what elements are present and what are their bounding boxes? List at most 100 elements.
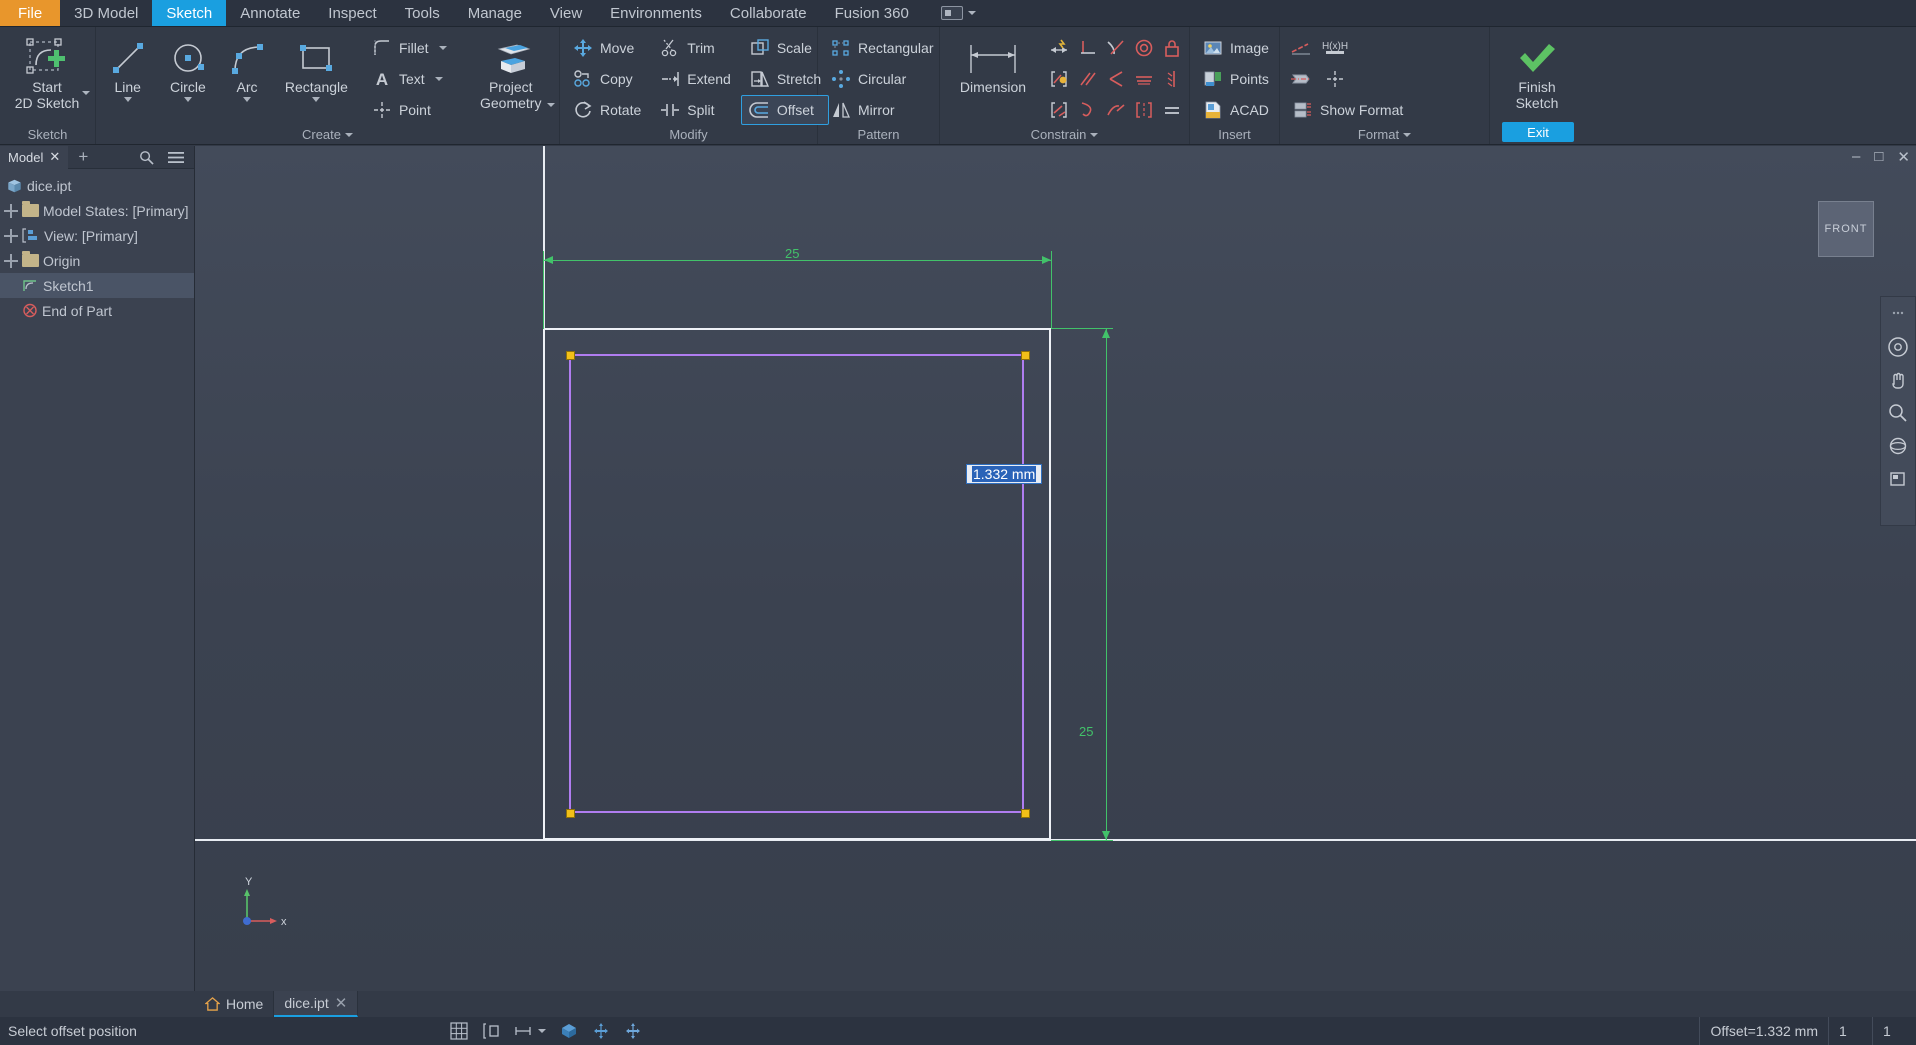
driven-dimension-icon[interactable]: H(x)H: [1320, 38, 1350, 58]
image-button[interactable]: Image: [1194, 33, 1277, 63]
move-button[interactable]: Move: [564, 33, 649, 63]
dimension-display-dropdown[interactable]: [514, 1022, 546, 1040]
show-constraints-icon[interactable]: [1046, 64, 1073, 94]
add-icon[interactable]: +: [68, 147, 98, 167]
rectangle-button[interactable]: Rectangle: [274, 33, 359, 102]
quick-access-toolbar[interactable]: [931, 0, 986, 26]
close-icon[interactable]: ✕: [1897, 148, 1910, 166]
show-format-button[interactable]: Show Format: [1284, 95, 1411, 125]
menu-item-view[interactable]: View: [536, 0, 596, 26]
circle-dropdown-icon[interactable]: [183, 97, 192, 102]
collinear-constraint-icon[interactable]: [1130, 64, 1157, 94]
menu-item-fusion360[interactable]: Fusion 360: [821, 0, 923, 26]
offset-value-input[interactable]: 1.332 mm: [966, 464, 1043, 484]
parallel-constraint-icon[interactable]: [1074, 64, 1101, 94]
expander-plus-icon[interactable]: [4, 203, 18, 218]
arc-dropdown-icon[interactable]: [243, 97, 252, 102]
extend-button[interactable]: Extend: [651, 64, 739, 94]
points-button[interactable]: Points: [1194, 64, 1277, 94]
move-icon-status[interactable]: [624, 1022, 642, 1040]
offset-node-top-left[interactable]: [566, 351, 575, 360]
split-button[interactable]: Split: [651, 95, 739, 125]
fillet-button[interactable]: Fillet: [363, 33, 455, 63]
vertical-constraint-icon[interactable]: [1158, 64, 1185, 94]
scale-button[interactable]: Scale: [741, 33, 829, 63]
symmetric-constraint-icon[interactable]: [1130, 95, 1157, 125]
acad-button[interactable]: ACAD: [1194, 95, 1277, 125]
smooth-constraint-icon[interactable]: [1074, 95, 1101, 125]
chevron-down-icon[interactable]: [1090, 132, 1099, 137]
fillet-dropdown-icon[interactable]: [438, 46, 447, 50]
zoom-icon[interactable]: [1885, 402, 1911, 424]
circular-pattern-button[interactable]: Circular: [822, 64, 942, 94]
constraint-settings-icon[interactable]: [1046, 95, 1073, 125]
chevron-down-icon[interactable]: [967, 11, 976, 15]
tree-item-sketch1[interactable]: Sketch1: [0, 273, 194, 298]
menu-item-manage[interactable]: Manage: [454, 0, 536, 26]
point-button[interactable]: Point: [363, 95, 455, 125]
arc-button[interactable]: Arc: [220, 33, 274, 102]
center-point-icon[interactable]: [1320, 69, 1350, 89]
text-dropdown-icon[interactable]: [434, 77, 443, 81]
menu-item-inspect[interactable]: Inspect: [314, 0, 390, 26]
rotate-button[interactable]: Rotate: [564, 95, 649, 125]
dim-h-text[interactable]: 25: [785, 246, 799, 261]
chevron-down-icon[interactable]: [538, 1029, 546, 1033]
equal-constraint-icon[interactable]: [1158, 95, 1185, 125]
menu-item-3d-model[interactable]: 3D Model: [60, 0, 152, 26]
tree-item-origin[interactable]: Origin: [0, 248, 194, 273]
offset-preview-rectangle[interactable]: [569, 354, 1024, 813]
browser-tab-model[interactable]: Model ✕: [0, 145, 69, 169]
offset-node-top-right[interactable]: [1021, 351, 1030, 360]
copy-button[interactable]: Copy: [564, 64, 649, 94]
centerline-icon[interactable]: [1290, 69, 1312, 89]
rectangle-dropdown-icon[interactable]: [312, 97, 321, 102]
construction-line-icon[interactable]: [1290, 38, 1312, 58]
sketch-canvas[interactable]: 25 25 1.332 mm FRONT Y x: [195, 146, 1916, 991]
chevron-down-icon[interactable]: [1403, 132, 1412, 137]
circle-button[interactable]: Circle: [155, 33, 220, 102]
offset-button[interactable]: Offset: [740, 95, 830, 125]
offset-node-bottom-left[interactable]: [566, 809, 575, 818]
tree-item-view[interactable]: View: [Primary]: [0, 223, 194, 248]
view-cube[interactable]: FRONT: [1818, 201, 1874, 257]
start-2d-sketch-button[interactable]: Start 2D Sketch: [4, 33, 90, 111]
constraint-icon[interactable]: [592, 1022, 610, 1040]
minimize-icon[interactable]: –: [1852, 148, 1860, 166]
maximize-icon[interactable]: □: [1874, 148, 1883, 166]
concentric-constraint-icon[interactable]: [1130, 33, 1157, 63]
horizontal-constraint-icon[interactable]: [1102, 95, 1129, 125]
grid-snap-icon[interactable]: [450, 1022, 468, 1040]
dim-v-text[interactable]: 25: [1079, 724, 1093, 739]
orbit-icon[interactable]: [1885, 435, 1911, 457]
doc-tab-home[interactable]: Home: [195, 991, 275, 1017]
fix-constraint-icon[interactable]: [1158, 33, 1185, 63]
tree-item-part[interactable]: dice.ipt: [0, 173, 194, 198]
tangent-constraint-icon[interactable]: [1102, 33, 1129, 63]
perpendicular-constraint-icon[interactable]: [1074, 33, 1101, 63]
stretch-button[interactable]: Stretch: [741, 64, 829, 94]
menu-file[interactable]: File: [0, 0, 61, 26]
expander-plus-icon[interactable]: [4, 228, 18, 243]
slice-graphics-icon[interactable]: [560, 1022, 578, 1040]
tree-item-model-states[interactable]: Model States: [Primary]: [0, 198, 194, 223]
doc-tab-dice[interactable]: dice.ipt ✕: [274, 991, 359, 1017]
measure-icon[interactable]: [482, 1022, 500, 1040]
steering-wheel-icon[interactable]: [1885, 336, 1911, 358]
pan-hand-icon[interactable]: [1885, 369, 1911, 391]
line-button[interactable]: Line: [100, 33, 155, 102]
menu-item-annotate[interactable]: Annotate: [226, 0, 314, 26]
project-geometry-button[interactable]: Project Geometry: [465, 33, 557, 111]
text-button[interactable]: A Text: [363, 64, 455, 94]
menu-item-collaborate[interactable]: Collaborate: [716, 0, 821, 26]
finish-sketch-button[interactable]: Finish Sketch: [1494, 33, 1580, 111]
dimension-button[interactable]: Dimension: [944, 33, 1042, 95]
chevron-down-icon[interactable]: [345, 132, 354, 137]
menu-item-environments[interactable]: Environments: [596, 0, 716, 26]
expander-plus-icon[interactable]: [4, 253, 18, 268]
menu-item-tools[interactable]: Tools: [391, 0, 454, 26]
trim-button[interactable]: Trim: [651, 33, 739, 63]
mirror-button[interactable]: Mirror: [822, 95, 942, 125]
coincident-constraint-icon[interactable]: [1102, 64, 1129, 94]
line-dropdown-icon[interactable]: [123, 97, 132, 102]
